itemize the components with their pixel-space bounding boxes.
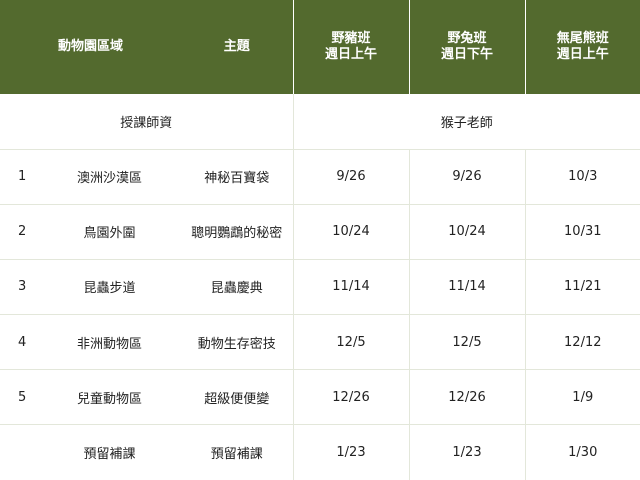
row-date-class-2: 9/26 bbox=[408, 148, 526, 205]
row-date-class-2: 12/26 bbox=[408, 369, 526, 425]
row-date-class-1: 9/26 bbox=[292, 148, 410, 205]
row-date-class-2: 10/24 bbox=[408, 203, 526, 260]
table-row: 預留補課 預留補課 1/23 1/23 1/30 bbox=[0, 424, 640, 480]
table-row: 4 非洲動物區 動物生存密技 12/5 12/5 12/12 bbox=[0, 314, 640, 370]
row-topic: 昆蟲慶典 bbox=[181, 258, 294, 315]
table-row: 1 澳洲沙漠區 神秘百寶袋 9/26 9/26 10/3 bbox=[0, 148, 640, 205]
row-area: 昆蟲步道 bbox=[38, 258, 182, 315]
row-date-class-1: 1/23 bbox=[292, 424, 410, 480]
row-area: 澳洲沙漠區 bbox=[38, 148, 182, 205]
row-date-class-3: 1/30 bbox=[524, 424, 640, 480]
header-area: 動物園區域 bbox=[0, 0, 182, 94]
row-number: 3 bbox=[0, 258, 38, 315]
class-2-time: 週日下午 bbox=[441, 47, 494, 62]
row-date-class-3: 11/21 bbox=[524, 258, 640, 315]
row-date-class-3: 1/9 bbox=[524, 369, 640, 425]
header-class-2: 野兔班 週日下午 bbox=[408, 0, 526, 94]
row-area: 鳥園外圍 bbox=[38, 203, 182, 260]
teacher-name: 猴子老師 bbox=[292, 94, 640, 150]
header-row: 動物園區域 主題 野豬班 週日上午 野兔班 週日下午 無尾熊班 週日上午 bbox=[0, 0, 640, 94]
table-row: 5 兒童動物區 超級便便變 12/26 12/26 1/9 bbox=[0, 369, 640, 425]
class-1-time: 週日上午 bbox=[325, 47, 378, 62]
row-topic: 神秘百寶袋 bbox=[181, 148, 294, 205]
row-topic: 聰明鸚鵡的秘密 bbox=[181, 203, 294, 260]
class-3-name: 無尾熊班 bbox=[556, 31, 609, 46]
row-date-class-1: 10/24 bbox=[292, 203, 410, 260]
table-row: 3 昆蟲步道 昆蟲慶典 11/14 11/14 11/21 bbox=[0, 258, 640, 315]
teacher-label: 授課師資 bbox=[120, 115, 173, 131]
row-number: 1 bbox=[0, 148, 38, 205]
row-date-class-3: 10/3 bbox=[524, 148, 640, 205]
row-topic: 預留補課 bbox=[181, 424, 294, 480]
row-date-class-1: 12/5 bbox=[292, 314, 410, 370]
row-topic: 超級便便變 bbox=[181, 369, 294, 425]
row-date-class-1: 11/14 bbox=[292, 258, 410, 315]
row-area: 非洲動物區 bbox=[38, 314, 182, 370]
teacher-row: 授課師資 猴子老師 bbox=[0, 94, 640, 150]
schedule-table: 動物園區域 主題 野豬班 週日上午 野兔班 週日下午 無尾熊班 週日上午 授課師資 猴… bbox=[0, 0, 640, 480]
row-date-class-3: 12/12 bbox=[524, 314, 640, 370]
table-row: 2 鳥園外圍 聰明鸚鵡的秘密 10/24 10/24 10/31 bbox=[0, 203, 640, 260]
row-number bbox=[0, 424, 38, 480]
class-2-name: 野兔班 bbox=[447, 31, 487, 46]
row-number: 2 bbox=[0, 203, 38, 260]
row-date-class-1: 12/26 bbox=[292, 369, 410, 425]
header-class-3: 無尾熊班 週日上午 bbox=[524, 0, 640, 94]
row-number: 4 bbox=[0, 314, 38, 370]
row-area: 兒童動物區 bbox=[38, 369, 182, 425]
class-1-name: 野豬班 bbox=[331, 31, 371, 46]
row-date-class-2: 12/5 bbox=[408, 314, 526, 370]
row-date-class-2: 11/14 bbox=[408, 258, 526, 315]
header-class-1: 野豬班 週日上午 bbox=[292, 0, 410, 94]
class-3-time: 週日上午 bbox=[556, 47, 609, 62]
row-area: 預留補課 bbox=[38, 424, 182, 480]
row-date-class-3: 10/31 bbox=[524, 203, 640, 260]
row-date-class-2: 1/23 bbox=[408, 424, 526, 480]
row-topic: 動物生存密技 bbox=[181, 314, 294, 370]
header-topic: 主題 bbox=[181, 0, 294, 94]
row-number: 5 bbox=[0, 369, 38, 425]
